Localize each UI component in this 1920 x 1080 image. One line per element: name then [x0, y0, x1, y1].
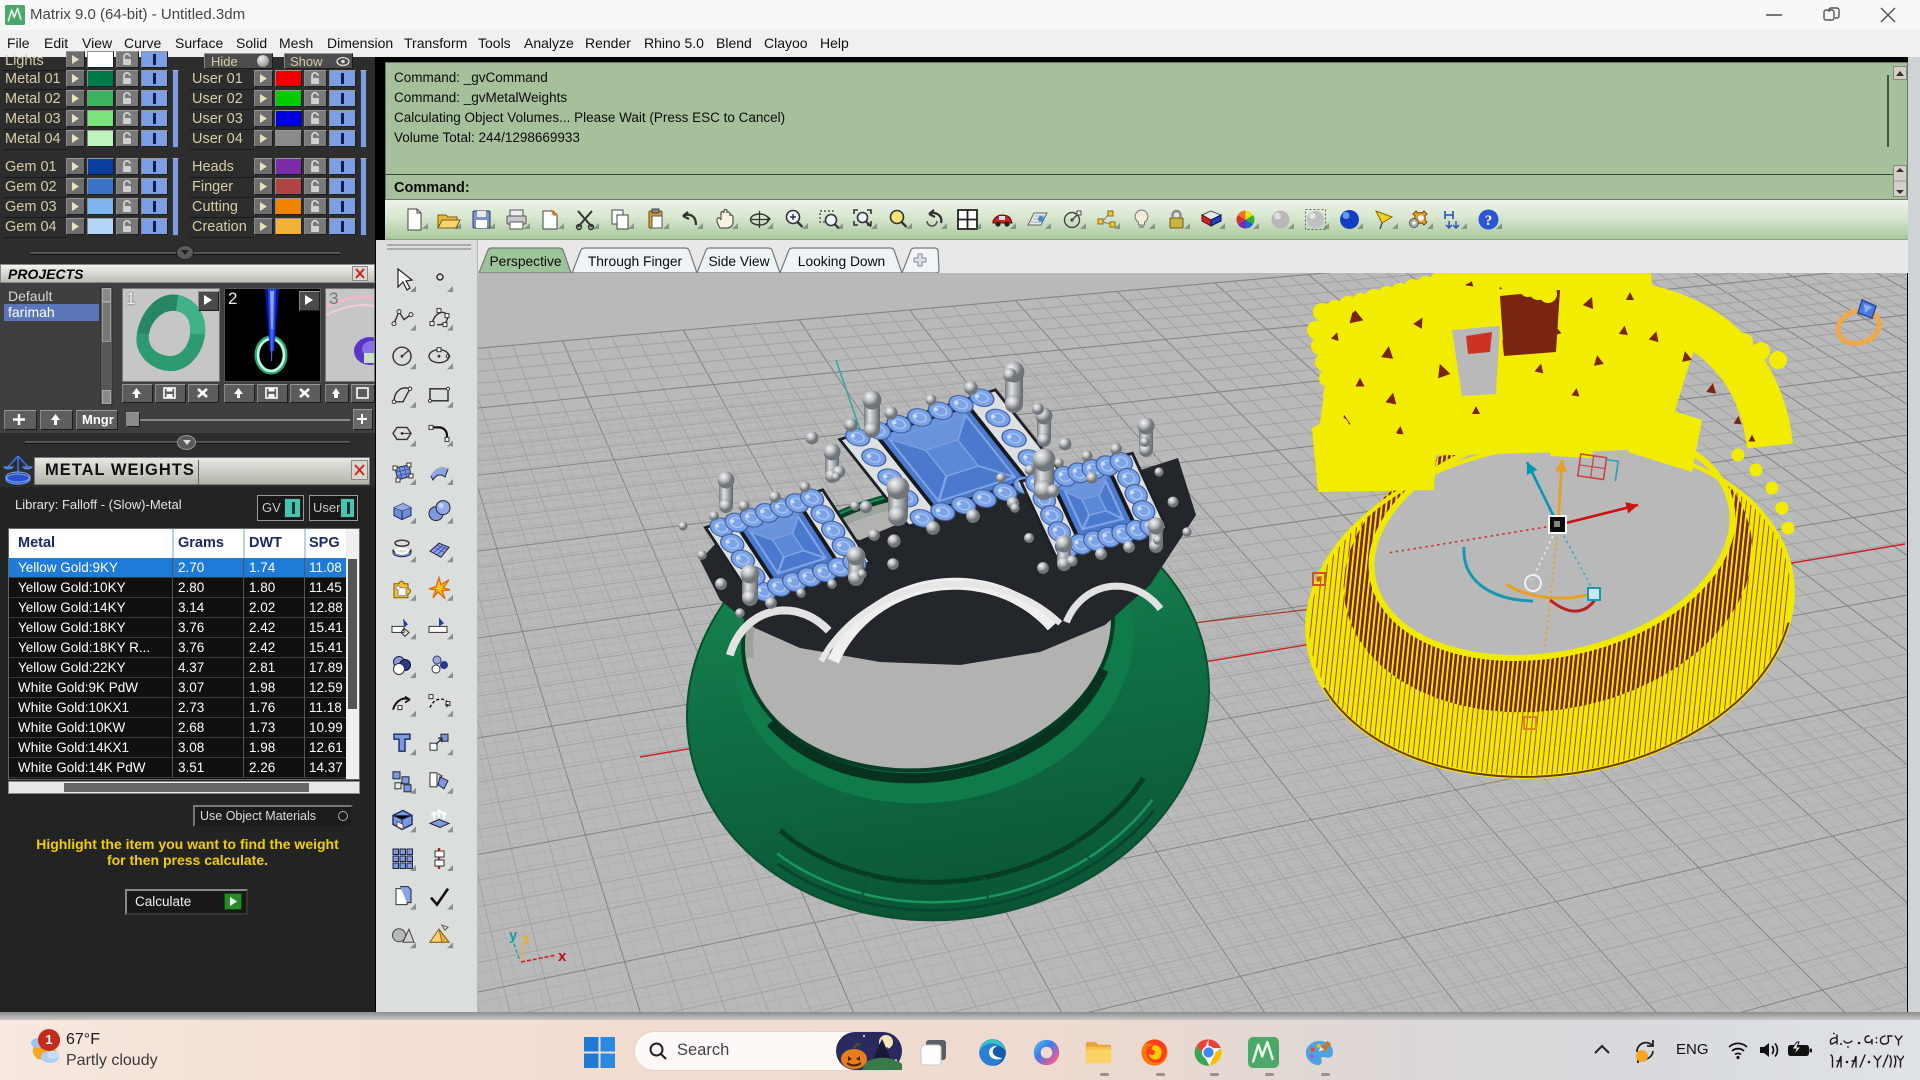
svg-text:Side View: Side View	[708, 254, 769, 269]
svg-text:?: ?	[1485, 213, 1493, 229]
svg-text:Perspective: Perspective	[489, 254, 561, 269]
svg-text:y: y	[509, 927, 518, 944]
svg-text:x: x	[558, 948, 567, 965]
svg-text:z: z	[522, 931, 530, 948]
svg-text:Looking Down: Looking Down	[798, 254, 885, 269]
svg-text:Through Finger: Through Finger	[588, 254, 683, 269]
